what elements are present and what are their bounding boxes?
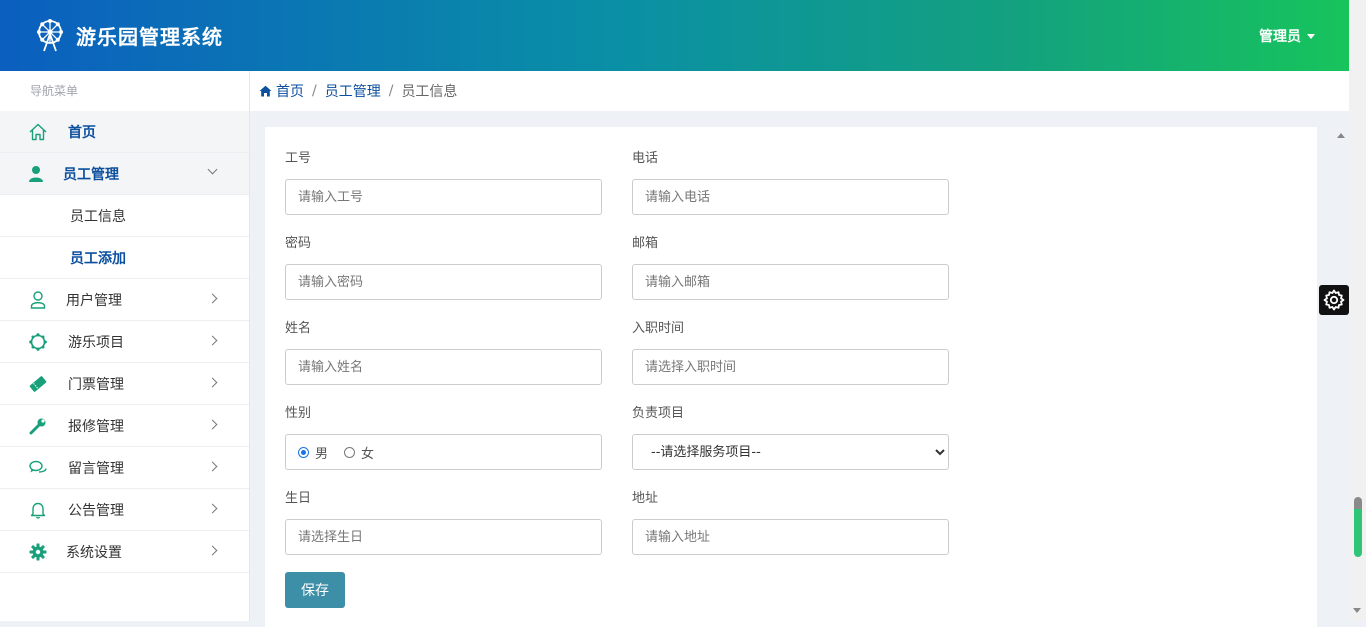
top-header: 游乐园管理系统 管理员 (0, 0, 1349, 71)
employee-id-label: 工号 (285, 151, 312, 166)
gear-icon (1323, 289, 1345, 311)
user-outline-icon (28, 290, 48, 310)
sidebar-item-amusement-projects[interactable]: 游乐项目 (0, 321, 249, 363)
wrench-icon (28, 416, 48, 436)
ferris-wheel-icon (28, 332, 48, 352)
chevron-right-icon (207, 335, 218, 346)
sidebar-item-label: 首页 (68, 124, 96, 141)
sidebar-item-system-settings[interactable]: 系统设置 (0, 531, 249, 573)
project-field: 负责项目 --请选择服务项目-- (632, 406, 949, 470)
password-label: 密码 (285, 236, 312, 251)
chevron-right-icon (207, 461, 218, 472)
password-input[interactable] (285, 264, 602, 300)
inner-scroll-up-arrow[interactable] (1337, 133, 1345, 138)
breadcrumb: 首页 / 员工管理 / 员工信息 (250, 71, 1349, 111)
email-field: 邮箱 (632, 236, 949, 300)
birthday-input[interactable] (285, 519, 602, 555)
gender-male-label: 男 (315, 446, 329, 462)
sidebar-subitem-employee-info[interactable]: 员工信息 (0, 195, 249, 237)
gender-female-label: 女 (361, 446, 375, 462)
radio-male[interactable] (298, 446, 309, 458)
sidebar: 导航菜单 首页 员工管理 员工信息 员工添加 用户管理 游乐项目 门票管理 报修… (0, 71, 250, 621)
phone-input[interactable] (632, 179, 949, 215)
employee-form-card: 工号 电话 密码 邮箱 姓名 入职时间 性别 男 女 (265, 127, 1317, 627)
hire-date-input[interactable] (632, 349, 949, 385)
name-input[interactable] (285, 349, 602, 385)
sidebar-item-label: 留言管理 (68, 460, 124, 477)
gender-label: 性别 (285, 406, 312, 421)
project-label: 负责项目 (632, 406, 685, 421)
gear-icon (28, 542, 48, 562)
gender-option-male[interactable]: 男 (298, 443, 328, 462)
sidebar-item-label: 公告管理 (68, 502, 124, 519)
sidebar-item-message-management[interactable]: 留言管理 (0, 447, 249, 489)
gender-option-female[interactable]: 女 (344, 443, 374, 462)
chevron-down-icon (207, 164, 218, 175)
home-icon (259, 85, 272, 97)
user-name: 管理员 (1259, 29, 1301, 45)
chevron-right-icon (207, 503, 218, 514)
sidebar-item-label: 用户管理 (66, 292, 122, 309)
email-input[interactable] (632, 264, 949, 300)
gender-field: 性别 男 女 (285, 406, 602, 470)
user-icon (26, 164, 46, 184)
breadcrumb-separator: / (388, 83, 394, 99)
hire-date-label: 入职时间 (632, 321, 685, 336)
birthday-label: 生日 (285, 491, 312, 506)
password-field: 密码 (285, 236, 602, 300)
project-select[interactable]: --请选择服务项目-- (632, 434, 949, 470)
breadcrumb-current: 员工信息 (401, 84, 458, 100)
employee-id-field: 工号 (285, 151, 602, 215)
employee-id-input[interactable] (285, 179, 602, 215)
radio-female[interactable] (344, 446, 356, 458)
save-button[interactable]: 保存 (285, 572, 345, 608)
phone-label: 电话 (632, 151, 659, 166)
address-label: 地址 (632, 491, 659, 506)
breadcrumb-home[interactable]: 首页 (259, 81, 304, 101)
sidebar-item-label: 游乐项目 (68, 334, 124, 351)
address-field: 地址 (632, 491, 949, 555)
sidebar-item-ticket-management[interactable]: 门票管理 (0, 363, 249, 405)
home-icon (28, 122, 48, 142)
gender-radio-group: 男 女 (285, 434, 602, 470)
chevron-right-icon (207, 419, 218, 430)
email-label: 邮箱 (632, 236, 659, 251)
user-menu-dropdown[interactable]: 管理员 (1259, 26, 1315, 46)
sidebar-item-employee-management[interactable]: 员工管理 (0, 153, 249, 195)
breadcrumb-section[interactable]: 员工管理 (325, 81, 381, 101)
bell-icon (28, 500, 48, 520)
sidebar-item-announcement-management[interactable]: 公告管理 (0, 489, 249, 531)
sidebar-item-label: 系统设置 (66, 544, 122, 561)
sidebar-subitem-employee-add[interactable]: 员工添加 (0, 237, 249, 279)
sidebar-item-user-management[interactable]: 用户管理 (0, 279, 249, 321)
chevron-right-icon (207, 377, 218, 388)
chevron-right-icon (207, 545, 218, 556)
birthday-field: 生日 (285, 491, 602, 555)
app-title: 游乐园管理系统 (76, 24, 223, 49)
name-field: 姓名 (285, 321, 602, 385)
floating-settings-button[interactable] (1319, 285, 1349, 315)
sidebar-item-label: 员工管理 (63, 166, 119, 183)
name-label: 姓名 (285, 321, 312, 336)
sidebar-item-label: 报修管理 (68, 418, 124, 435)
sidebar-item-repair-management[interactable]: 报修管理 (0, 405, 249, 447)
page-scrollbar-thumb[interactable] (1354, 497, 1362, 557)
breadcrumb-separator: / (312, 83, 317, 99)
caret-down-icon (1307, 33, 1315, 39)
scroll-down-arrow[interactable] (1353, 608, 1361, 613)
sidebar-item-label: 门票管理 (68, 376, 124, 393)
breadcrumb-home-label: 首页 (276, 84, 304, 100)
chevron-right-icon (207, 293, 218, 304)
chat-icon (28, 458, 48, 478)
logo[interactable]: 游乐园管理系统 (34, 18, 223, 52)
hire-date-field: 入职时间 (632, 321, 949, 385)
ticket-icon (28, 374, 48, 394)
nav-title: 导航菜单 (30, 84, 79, 98)
phone-field: 电话 (632, 151, 949, 215)
sidebar-item-home[interactable]: 首页 (0, 111, 249, 153)
ferris-wheel-logo-icon (37, 19, 63, 52)
address-input[interactable] (632, 519, 949, 555)
